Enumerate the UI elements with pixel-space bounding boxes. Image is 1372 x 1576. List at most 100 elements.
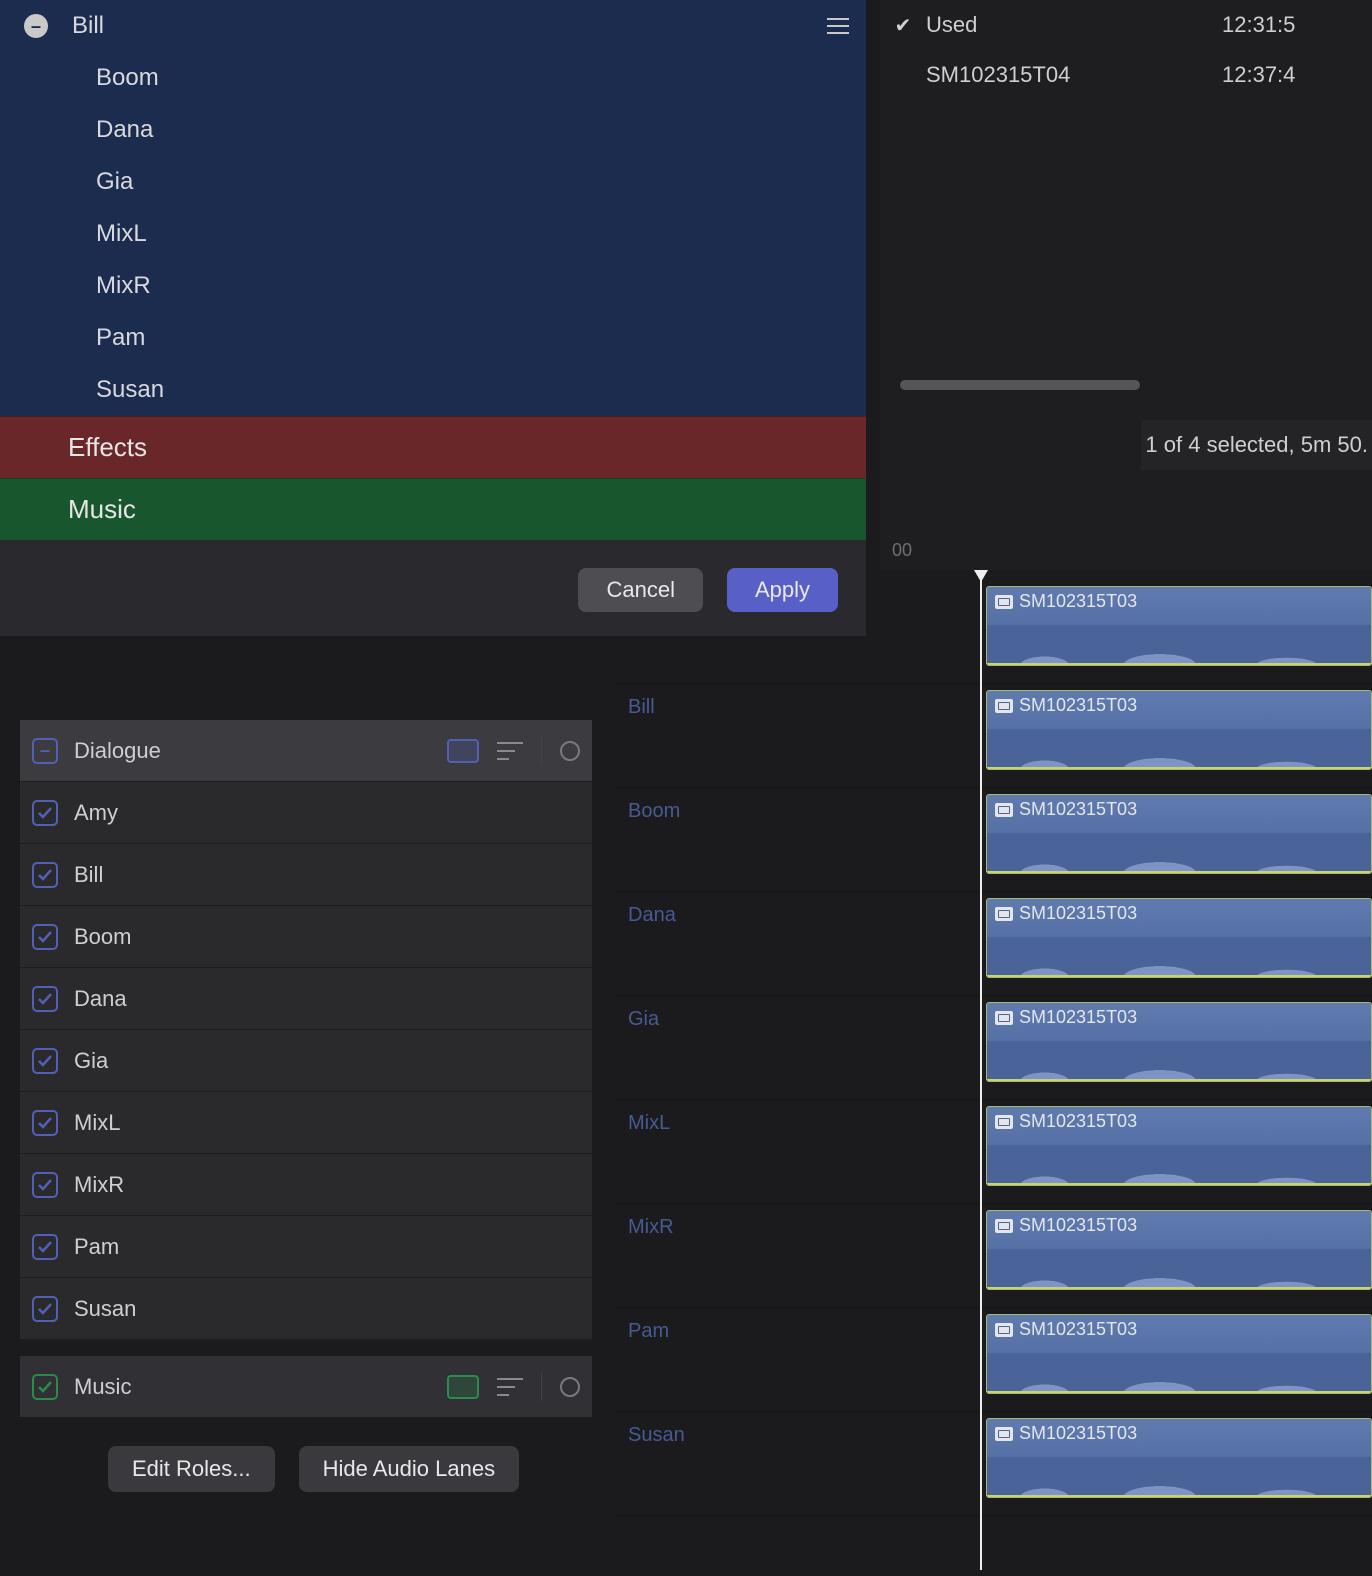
- subrole-label: Pam: [74, 1234, 580, 1260]
- clip-timestamp: 12:31:5: [1222, 12, 1372, 38]
- audio-lane[interactable]: Dana SM102315T03: [614, 892, 1372, 996]
- more-icon[interactable]: [810, 18, 866, 34]
- horizontal-scrollbar[interactable]: [900, 380, 1140, 390]
- browser-row[interactable]: SM102315T04 12:37:4: [880, 50, 1372, 100]
- subrole-label: MixL: [74, 1110, 580, 1136]
- index-subrole[interactable]: Pam: [20, 1216, 592, 1278]
- clip-name: SM102315T04: [926, 62, 1222, 88]
- role-effects[interactable]: Effects: [0, 416, 866, 478]
- audio-clip[interactable]: SM102315T03: [986, 1418, 1372, 1498]
- subrole-item[interactable]: Dana: [0, 104, 866, 156]
- clip-name-label: SM102315T03: [1019, 695, 1137, 716]
- subrole-checkbox[interactable]: [32, 1172, 58, 1198]
- subrole-item[interactable]: MixR: [0, 260, 866, 312]
- focus-button[interactable]: [560, 741, 580, 761]
- waveform: [987, 1353, 1371, 1393]
- subrole-label: Boom: [96, 64, 866, 92]
- subrole-item[interactable]: Gia: [0, 156, 866, 208]
- waveform: [987, 625, 1371, 665]
- browser-row[interactable]: ✔ Used 12:31:5: [880, 0, 1372, 50]
- lanes-toggle-icon[interactable]: [497, 1378, 523, 1396]
- index-subrole[interactable]: Boom: [20, 906, 592, 968]
- timeline-ruler[interactable]: 00: [880, 530, 1372, 570]
- waveform: [987, 1145, 1371, 1185]
- index-subrole[interactable]: Gia: [20, 1030, 592, 1092]
- audio-clip[interactable]: SM102315T03: [986, 1002, 1372, 1082]
- clip-name-label: SM102315T03: [1019, 591, 1137, 612]
- playhead[interactable]: [980, 570, 982, 1570]
- subrole-label: Boom: [74, 924, 580, 950]
- subrole-checkbox[interactable]: [32, 1048, 58, 1074]
- subrole-label: Dana: [74, 986, 580, 1012]
- index-role-music[interactable]: Music: [20, 1356, 592, 1418]
- waveform: [987, 937, 1371, 977]
- subrole-item[interactable]: MixL: [0, 208, 866, 260]
- audio-clip[interactable]: SM102315T03: [986, 794, 1372, 874]
- subrole-label: Susan: [74, 1296, 580, 1322]
- collapse-icon[interactable]: –: [0, 14, 72, 38]
- subrole-checkbox[interactable]: [32, 1296, 58, 1322]
- audio-lane[interactable]: Susan SM102315T03: [614, 1412, 1372, 1516]
- audio-lane[interactable]: Boom SM102315T03: [614, 788, 1372, 892]
- audio-clip[interactable]: SM102315T03: [986, 898, 1372, 978]
- subrole-label: Susan: [96, 376, 866, 404]
- audio-lane[interactable]: Bill SM102315T03: [614, 684, 1372, 788]
- waveform: [987, 1249, 1371, 1289]
- role-label: Music: [74, 1374, 447, 1400]
- audio-clip[interactable]: SM102315T03: [986, 690, 1372, 770]
- subrole-checkbox[interactable]: [32, 862, 58, 888]
- lanes-toggle-icon[interactable]: [497, 742, 523, 760]
- index-role-dialogue[interactable]: – Dialogue: [20, 720, 592, 782]
- lane-label: Pam: [614, 1308, 974, 1343]
- subrole-item[interactable]: Pam: [0, 312, 866, 364]
- selection-info: 1 of 4 selected, 5m 50.: [1141, 420, 1372, 470]
- role-checkbox[interactable]: [32, 1374, 58, 1400]
- subrole-checkbox[interactable]: [32, 800, 58, 826]
- audio-lane[interactable]: MixL SM102315T03: [614, 1100, 1372, 1204]
- subrole-label: Pam: [96, 324, 866, 352]
- clip-name-label: SM102315T03: [1019, 1007, 1137, 1028]
- subrole-item[interactable]: Susan: [0, 364, 866, 416]
- lane-label: [614, 580, 974, 592]
- clip-display-toggle[interactable]: [447, 1375, 479, 1399]
- audio-clip[interactable]: SM102315T03: [986, 1314, 1372, 1394]
- audio-clip[interactable]: SM102315T03: [986, 1210, 1372, 1290]
- subrole-checkbox[interactable]: [32, 1234, 58, 1260]
- lane-label: Gia: [614, 996, 974, 1031]
- lane-label: MixL: [614, 1100, 974, 1135]
- check-icon: ✔: [880, 13, 926, 38]
- index-subrole[interactable]: MixR: [20, 1154, 592, 1216]
- audio-lane[interactable]: Gia SM102315T03: [614, 996, 1372, 1100]
- subrole-item[interactable]: – Bill: [0, 0, 866, 52]
- clip-display-toggle[interactable]: [447, 739, 479, 763]
- subrole-label: Dana: [96, 116, 866, 144]
- audio-clip[interactable]: SM102315T03: [986, 1106, 1372, 1186]
- subrole-item[interactable]: Boom: [0, 52, 866, 104]
- audio-clip[interactable]: SM102315T03: [986, 586, 1372, 666]
- index-footer: Edit Roles... Hide Audio Lanes: [20, 1418, 592, 1492]
- focus-button[interactable]: [560, 1377, 580, 1397]
- lane-label: Boom: [614, 788, 974, 823]
- index-subrole[interactable]: Susan: [20, 1278, 592, 1340]
- lane-label: Susan: [614, 1412, 974, 1447]
- role-music[interactable]: Music: [0, 478, 866, 540]
- clip-icon: [995, 1427, 1013, 1441]
- lane-label: MixR: [614, 1204, 974, 1239]
- subrole-checkbox[interactable]: [32, 924, 58, 950]
- clip-name: Used: [926, 12, 1222, 38]
- audio-lane[interactable]: SM102315T03: [614, 580, 1372, 684]
- index-subrole[interactable]: MixL: [20, 1092, 592, 1154]
- index-subrole[interactable]: Dana: [20, 968, 592, 1030]
- role-label: Effects: [68, 432, 147, 463]
- hide-audio-lanes-button[interactable]: Hide Audio Lanes: [299, 1446, 519, 1492]
- index-subrole[interactable]: Amy: [20, 782, 592, 844]
- audio-lane[interactable]: Pam SM102315T03: [614, 1308, 1372, 1412]
- subrole-checkbox[interactable]: [32, 1110, 58, 1136]
- subrole-checkbox[interactable]: [32, 986, 58, 1012]
- clip-icon: [995, 907, 1013, 921]
- index-subrole[interactable]: Bill: [20, 844, 592, 906]
- clip-icon: [995, 803, 1013, 817]
- role-checkbox-mixed[interactable]: –: [32, 738, 58, 764]
- audio-lane[interactable]: MixR SM102315T03: [614, 1204, 1372, 1308]
- edit-roles-button[interactable]: Edit Roles...: [108, 1446, 275, 1492]
